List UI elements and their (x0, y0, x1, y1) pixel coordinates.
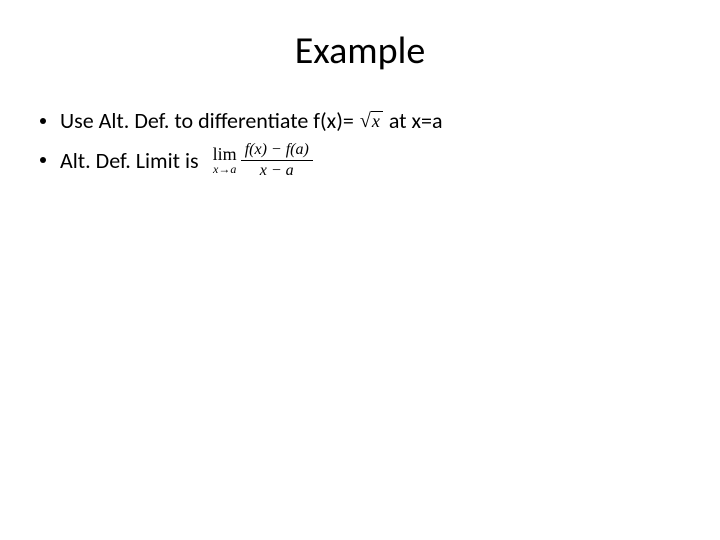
bullet-text: Use Alt. Def. to differentiate f(x)= (60, 104, 354, 137)
slide-title: Example (40, 28, 680, 74)
limit-operator: lim x→a (213, 145, 237, 175)
bullet-icon (40, 157, 46, 163)
radical-icon: √ (360, 106, 371, 136)
bullet-list: Use Alt. Def. to differentiate f(x)= √ x… (40, 104, 680, 179)
lim-label: lim (213, 145, 237, 163)
bullet-item-1: Use Alt. Def. to differentiate f(x)= √ x… (40, 104, 680, 137)
bullet-text: Alt. Def. Limit is (60, 144, 199, 177)
numerator: f(x) − f(a) (241, 141, 313, 161)
radicand: x (371, 111, 383, 130)
slide: Example Use Alt. Def. to differentiate f… (0, 0, 720, 540)
sqrt-expression: √ x (360, 106, 383, 136)
bullet-text-tail: at x=a (389, 104, 443, 137)
lim-subscript: x→a (213, 163, 236, 175)
bullet-icon (40, 118, 46, 124)
limit-expression: lim x→a f(x) − f(a) x − a (213, 141, 313, 179)
bullet-item-2: Alt. Def. Limit is lim x→a f(x) − f(a) x… (40, 141, 680, 179)
denominator: x − a (256, 161, 298, 180)
fraction: f(x) − f(a) x − a (241, 141, 313, 179)
